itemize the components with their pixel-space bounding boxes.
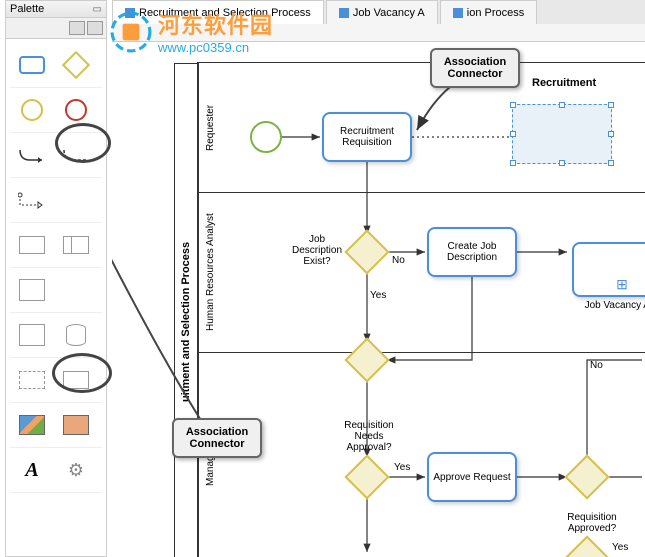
edge-no-2: No xyxy=(590,360,603,371)
palette-image2-shape[interactable] xyxy=(58,411,94,439)
palette-data-store-shape[interactable] xyxy=(58,321,94,349)
palette-start-event-shape[interactable] xyxy=(14,96,50,124)
palette-message-flow-shape[interactable] xyxy=(14,186,50,214)
edge-no-1: No xyxy=(392,255,405,266)
tab-icon xyxy=(125,8,135,18)
tab-ion-process[interactable]: ion Process xyxy=(440,0,537,24)
subprocess-job-vacancy-label: Job Vacancy Adver xyxy=(572,300,645,311)
task-approve-request[interactable]: Approve Request xyxy=(427,452,517,502)
task-create-job-desc[interactable]: Create Job Description xyxy=(427,227,517,277)
gateway-approved-label: Requisition Approved? xyxy=(557,512,627,534)
subprocess-job-vacancy[interactable] xyxy=(572,242,645,297)
gear-icon: ⚙ xyxy=(68,460,84,481)
palette-task-shape[interactable] xyxy=(14,51,50,79)
palette-lane-shape[interactable] xyxy=(58,231,94,259)
palette-sequence-flow-shape[interactable] xyxy=(14,141,50,169)
palette-image-shape[interactable] xyxy=(14,411,50,439)
edge-yes-1: Yes xyxy=(370,290,386,301)
palette-gateway-shape[interactable] xyxy=(58,51,94,79)
tab-icon xyxy=(339,8,349,18)
palette-empty-slot-2 xyxy=(58,276,94,304)
palette-data-object-shape[interactable] xyxy=(14,276,50,304)
lane-analyst-label: Human Resources Analyst xyxy=(198,193,222,352)
palette-end-event-shape[interactable] xyxy=(58,96,94,124)
tab-recruitment-process[interactable]: Recruitment and Selection Process xyxy=(112,0,324,24)
palette-group-shape[interactable] xyxy=(14,366,50,394)
palette-annotation-shape[interactable] xyxy=(58,366,94,394)
edge-yes-3: Yes xyxy=(612,542,628,553)
palette-settings-icon[interactable] xyxy=(87,21,103,35)
palette-toolbar xyxy=(6,18,106,39)
callout-association-2: Association Connector xyxy=(172,418,262,458)
palette-title: Palette xyxy=(10,3,44,15)
pool-label[interactable]: uitment and Selection Process xyxy=(174,63,198,557)
callout-association-1: Association Connector xyxy=(430,48,520,88)
palette-header: Palette ▭ xyxy=(6,1,106,18)
palette-grid: A ⚙ xyxy=(6,39,106,497)
palette-empty-slot xyxy=(58,186,94,214)
palette-text-shape[interactable]: A xyxy=(14,456,50,484)
tab-icon xyxy=(453,8,463,18)
edge-yes-2: Yes xyxy=(394,462,410,473)
palette-settings-shape[interactable]: ⚙ xyxy=(58,456,94,484)
diagram-canvas[interactable]: Recruitment uitment and Selection Proces… xyxy=(112,42,645,557)
tab-job-vacancy[interactable]: Job Vacancy A xyxy=(326,0,438,24)
data-object-selected[interactable] xyxy=(512,104,612,164)
palette-panel: Palette ▭ xyxy=(5,0,107,557)
palette-pool-shape[interactable] xyxy=(14,231,50,259)
palette-collapse-icon[interactable]: ▭ xyxy=(93,4,102,15)
lane-requester-label: Requester xyxy=(198,63,222,192)
palette-view-icon[interactable] xyxy=(69,21,85,35)
ruler-horizontal xyxy=(112,24,645,42)
task-recruitment-requisition[interactable]: Recruitment Requisition xyxy=(322,112,412,162)
gateway-job-desc-label: Job Description Exist? xyxy=(287,234,347,267)
palette-data-input-shape[interactable] xyxy=(14,321,50,349)
start-event[interactable] xyxy=(250,121,282,153)
canvas-area: Recruitment and Selection Process Job Va… xyxy=(112,0,645,557)
palette-association-shape[interactable] xyxy=(58,141,94,169)
gateway-needs-approval-label: Requisition Needs Approval? xyxy=(334,420,404,453)
tab-bar: Recruitment and Selection Process Job Va… xyxy=(112,0,645,24)
